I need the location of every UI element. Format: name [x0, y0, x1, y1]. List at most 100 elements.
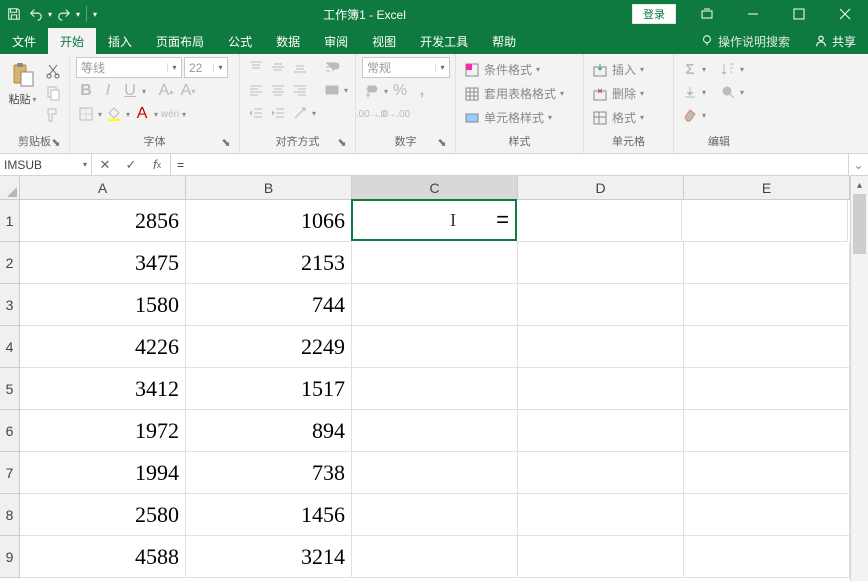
align-middle-icon[interactable] [268, 57, 288, 77]
dialog-launcher-icon[interactable]: ⬊ [335, 136, 349, 150]
cell[interactable]: 3475 [20, 242, 186, 284]
col-header[interactable]: D [518, 176, 684, 200]
cell-styles-button[interactable]: 单元格样式▾ [462, 107, 554, 128]
orientation-icon[interactable] [290, 103, 310, 123]
tab-开发工具[interactable]: 开发工具 [408, 28, 480, 54]
cell[interactable]: 2580 [20, 494, 186, 536]
decrease-indent-icon[interactable] [246, 103, 266, 123]
cell[interactable] [518, 326, 684, 368]
scroll-up-icon[interactable]: ▴ [851, 176, 868, 194]
save-icon[interactable] [4, 4, 24, 24]
delete-cells-button[interactable]: 删除▾ [590, 83, 646, 104]
row-header[interactable]: 3 [0, 284, 20, 326]
cell[interactable] [684, 284, 850, 326]
row-header[interactable]: 9 [0, 536, 20, 578]
col-header[interactable]: E [684, 176, 850, 200]
tab-帮助[interactable]: 帮助 [480, 28, 528, 54]
insert-cells-button[interactable]: 插入▾ [590, 59, 646, 80]
cell[interactable] [352, 494, 518, 536]
fill-icon[interactable] [680, 82, 700, 102]
col-header[interactable]: B [186, 176, 352, 200]
wrap-text-icon[interactable] [322, 57, 342, 77]
cell[interactable] [684, 410, 850, 452]
cell[interactable] [684, 452, 850, 494]
dialog-launcher-icon[interactable]: ⬊ [435, 136, 449, 150]
cell[interactable]: 2153 [186, 242, 352, 284]
conditional-format-button[interactable]: 条件格式▾ [462, 59, 542, 80]
row-header[interactable]: 8 [0, 494, 20, 536]
maximize-icon[interactable] [776, 0, 822, 28]
font-color-icon[interactable]: A [132, 104, 152, 124]
cell[interactable]: 1066 [186, 200, 352, 242]
tab-文件[interactable]: 文件 [0, 28, 48, 54]
cell[interactable] [684, 326, 850, 368]
cell[interactable]: 4226 [20, 326, 186, 368]
cell[interactable]: 1456 [186, 494, 352, 536]
number-format-combo[interactable]: 常规▾ [362, 57, 450, 78]
name-box[interactable]: IMSUB▾ [0, 154, 92, 175]
phonetic-icon[interactable]: wén [160, 104, 180, 124]
cell[interactable] [518, 536, 684, 578]
align-center-icon[interactable] [268, 80, 288, 100]
cell[interactable]: 744 [186, 284, 352, 326]
cell[interactable]: 2856 [20, 200, 186, 242]
cell[interactable] [352, 242, 518, 284]
cell[interactable] [352, 410, 518, 452]
tab-公式[interactable]: 公式 [216, 28, 264, 54]
cell[interactable]: 1580 [20, 284, 186, 326]
tab-视图[interactable]: 视图 [360, 28, 408, 54]
paste-button[interactable]: 粘贴▾ [6, 57, 39, 107]
row-header[interactable]: 1 [0, 200, 20, 242]
cell[interactable] [352, 452, 518, 494]
font-size-combo[interactable]: 22▾ [184, 57, 228, 78]
border-icon[interactable] [76, 104, 96, 124]
cell[interactable]: 1972 [20, 410, 186, 452]
share-button[interactable]: 共享 [802, 28, 868, 54]
formula-input[interactable]: = [171, 154, 848, 175]
cell[interactable]: 2249 [186, 326, 352, 368]
increase-font-icon[interactable]: A▴ [156, 81, 176, 101]
cell[interactable] [352, 284, 518, 326]
clear-icon[interactable] [680, 105, 700, 125]
cell[interactable] [518, 242, 684, 284]
cell[interactable] [352, 536, 518, 578]
tab-插入[interactable]: 插入 [96, 28, 144, 54]
decrease-font-icon[interactable]: A▾ [178, 81, 198, 101]
select-all-cell[interactable] [0, 176, 20, 200]
cell[interactable] [352, 326, 518, 368]
expand-formula-bar-icon[interactable]: ⌄ [848, 154, 868, 175]
cell[interactable] [516, 200, 682, 242]
dialog-launcher-icon[interactable]: ⬊ [219, 136, 233, 150]
cancel-formula-icon[interactable]: ✕ [92, 157, 118, 173]
cell[interactable] [684, 368, 850, 410]
tell-me[interactable]: 操作说明搜索 [688, 28, 802, 54]
dialog-launcher-icon[interactable]: ⬊ [49, 136, 63, 150]
merge-icon[interactable] [322, 80, 342, 100]
cell[interactable]: 3412 [20, 368, 186, 410]
cell[interactable] [518, 494, 684, 536]
cell[interactable] [518, 410, 684, 452]
cut-icon[interactable] [43, 61, 63, 81]
cell[interactable] [518, 284, 684, 326]
row-header[interactable]: 6 [0, 410, 20, 452]
percent-icon[interactable]: % [390, 81, 410, 101]
find-select-icon[interactable] [718, 82, 738, 102]
align-left-icon[interactable] [246, 80, 266, 100]
tab-页面布局[interactable]: 页面布局 [144, 28, 216, 54]
sort-filter-icon[interactable] [718, 59, 738, 79]
cell[interactable]: 3214 [186, 536, 352, 578]
ribbon-options-icon[interactable] [684, 0, 730, 28]
italic-icon[interactable]: I [98, 81, 118, 101]
cell[interactable] [518, 368, 684, 410]
cell[interactable]: 4588 [20, 536, 186, 578]
increase-indent-icon[interactable] [268, 103, 288, 123]
cell[interactable] [518, 452, 684, 494]
underline-icon[interactable]: U [120, 81, 140, 101]
redo-icon[interactable] [54, 4, 74, 24]
login-button[interactable]: 登录 [632, 4, 676, 24]
vertical-scrollbar[interactable]: ▴ [850, 176, 868, 581]
fx-icon[interactable]: fx [144, 157, 170, 172]
cell[interactable]: 1517 [186, 368, 352, 410]
col-header[interactable]: A [20, 176, 186, 200]
tab-审阅[interactable]: 审阅 [312, 28, 360, 54]
